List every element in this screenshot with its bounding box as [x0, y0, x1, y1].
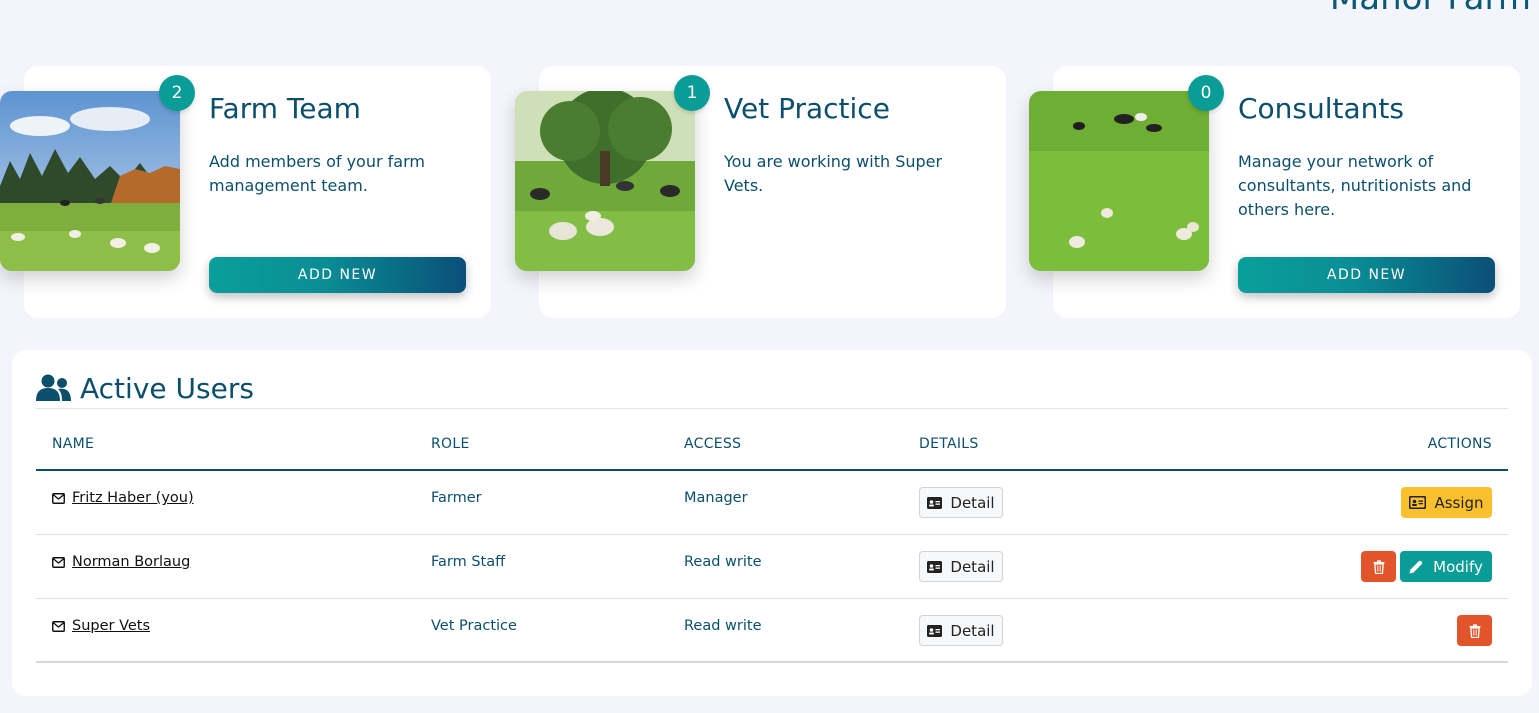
farm-team-description: Add members of your farm management team… — [209, 152, 425, 195]
detail-button-label: Detail — [950, 557, 995, 576]
table-row: Fritz Haber (you) Farmer Manager Detail … — [36, 471, 1508, 535]
mail-icon — [52, 492, 65, 504]
detail-button-label: Detail — [950, 493, 995, 512]
consultants-card: 0 Consultants Manage your network of con… — [1029, 66, 1520, 318]
detail-button[interactable]: Detail — [919, 487, 1003, 518]
modify-button[interactable]: Modify — [1400, 551, 1492, 582]
column-header-access: ACCESS — [684, 436, 742, 452]
user-name-link[interactable]: Fritz Haber (you) — [72, 490, 194, 506]
user-access: Read write — [684, 618, 762, 634]
vet-practice-title: Vet Practice — [724, 92, 890, 125]
column-header-role: ROLE — [431, 436, 470, 452]
user-role: Farmer — [431, 490, 482, 506]
user-name-cell: Norman Borlaug — [52, 554, 190, 570]
farm-team-card: 2 Farm Team Add members of your farm man… — [0, 66, 491, 318]
user-role: Farm Staff — [431, 554, 506, 570]
user-name-link[interactable]: Super Vets — [72, 618, 150, 634]
detail-button[interactable]: Detail — [919, 551, 1003, 582]
consultants-add-new-button[interactable]: ADD NEW — [1238, 257, 1495, 293]
id-card-icon — [1409, 496, 1427, 509]
user-name-cell: Fritz Haber (you) — [52, 490, 194, 506]
column-header-details: DETAILS — [919, 436, 979, 452]
active-users-panel: Active Users NAME ROLE ACCESS DETAILS AC… — [12, 350, 1532, 696]
users-icon — [36, 374, 71, 401]
user-role: Vet Practice — [431, 618, 517, 634]
farm-team-add-new-button[interactable]: ADD NEW — [209, 257, 466, 293]
mail-icon — [52, 556, 65, 568]
header-divider — [36, 408, 1508, 409]
farm-team-title: Farm Team — [209, 92, 361, 125]
trash-icon — [1469, 623, 1480, 638]
modify-button-label: Modify — [1433, 557, 1483, 576]
active-users-header: Active Users — [36, 368, 254, 408]
consultants-title: Consultants — [1238, 92, 1404, 125]
active-users-title: Active Users — [80, 371, 254, 405]
column-header-name: NAME — [52, 436, 95, 452]
vet-practice-description: You are working with Super Vets. — [724, 152, 943, 195]
mail-icon — [52, 620, 65, 632]
pencil-icon — [1409, 560, 1423, 573]
page-title: Manor Farm — [1330, 0, 1531, 18]
user-access: Manager — [684, 490, 748, 506]
id-card-icon — [927, 560, 943, 573]
column-header-actions: ACTIONS — [1427, 436, 1492, 452]
consultants-description: Manage your network of consultants, nutr… — [1238, 152, 1472, 219]
table-row: Super Vets Vet Practice Read write Detai… — [36, 599, 1508, 663]
farm-team-image — [0, 91, 180, 271]
id-card-icon — [927, 496, 943, 509]
trash-icon — [1373, 559, 1384, 574]
id-card-icon — [927, 624, 943, 637]
farm-team-count-badge: 2 — [159, 75, 195, 111]
assign-button-label: Assign — [1434, 493, 1484, 512]
row-divider — [36, 661, 1508, 663]
assign-button[interactable]: Assign — [1401, 487, 1492, 518]
delete-button[interactable] — [1361, 551, 1396, 582]
consultants-count-badge: 0 — [1188, 75, 1224, 111]
delete-button[interactable] — [1457, 615, 1492, 646]
detail-button[interactable]: Detail — [919, 615, 1003, 646]
user-name-cell: Super Vets — [52, 618, 150, 634]
user-access: Read write — [684, 554, 762, 570]
table-row: Norman Borlaug Farm Staff Read write Det… — [36, 535, 1508, 599]
detail-button-label: Detail — [950, 621, 995, 640]
user-name-link[interactable]: Norman Borlaug — [72, 554, 190, 570]
vet-practice-card: 1 Vet Practice You are working with Supe… — [515, 66, 1006, 318]
consultants-image — [1029, 91, 1209, 271]
vet-practice-count-badge: 1 — [674, 75, 710, 111]
vet-practice-image — [515, 91, 695, 271]
